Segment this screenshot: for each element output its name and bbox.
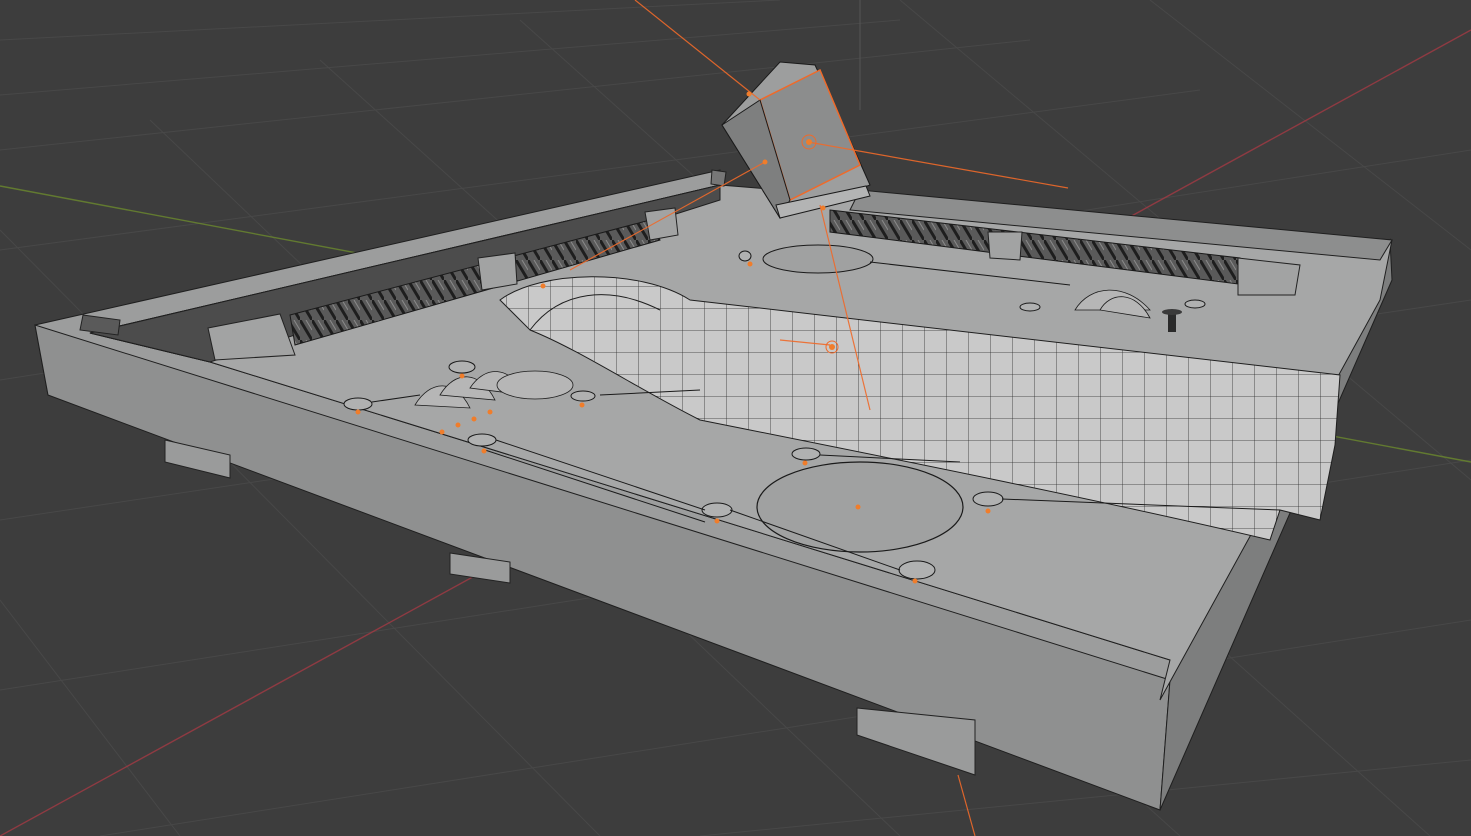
3d-viewport[interactable] <box>0 0 1471 836</box>
rotating-disc-small[interactable] <box>762 244 874 274</box>
viewport-canvas[interactable] <box>0 0 1471 836</box>
